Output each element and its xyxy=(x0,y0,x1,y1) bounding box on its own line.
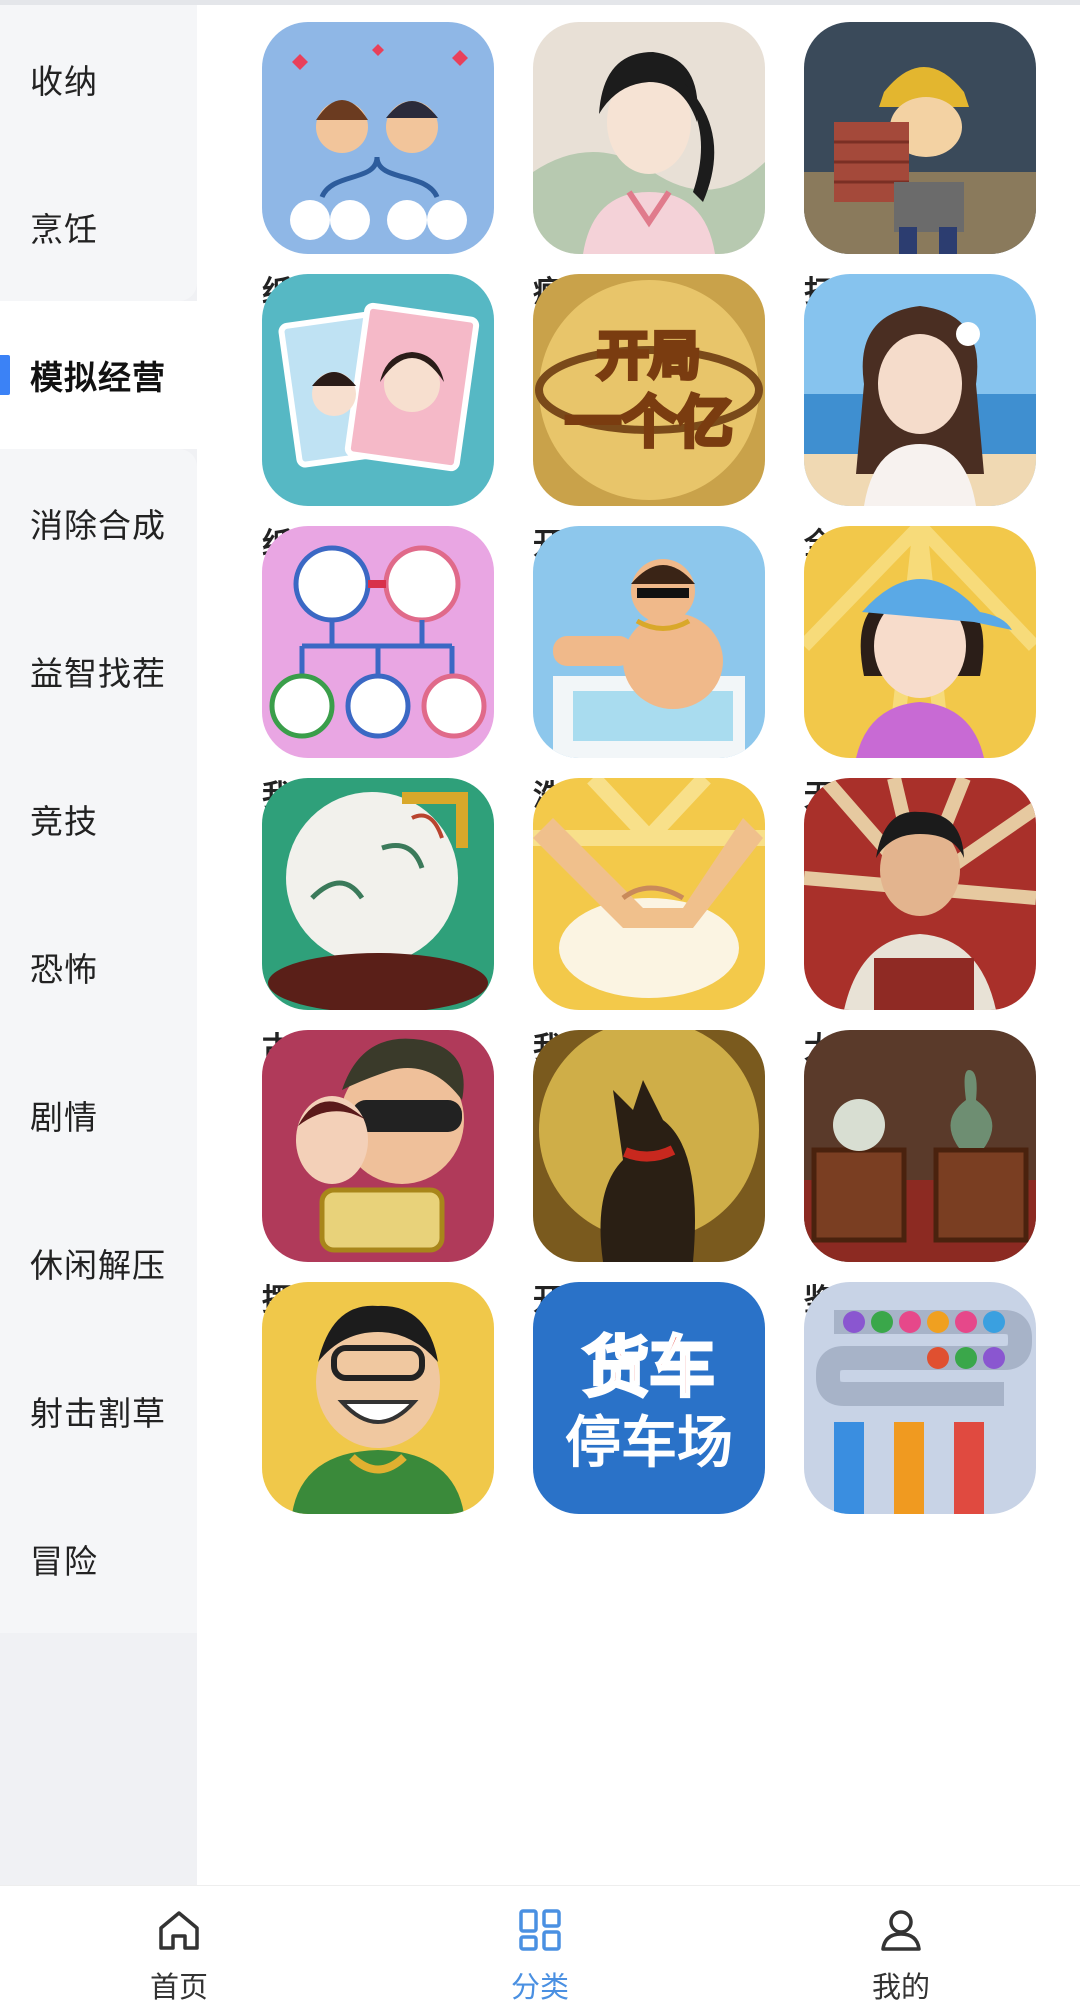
sidebar-item-story[interactable]: 剧情 xyxy=(0,1041,197,1189)
family-tree-icon xyxy=(262,526,494,758)
active-indicator xyxy=(0,355,10,395)
construction-worker-icon xyxy=(804,22,1036,254)
sidebar-item-label: 益智找茬 xyxy=(30,654,166,693)
game-card[interactable] xyxy=(804,1265,1036,1565)
ball-sort-icon xyxy=(804,1282,1036,1514)
icon-text-line1: 货车 xyxy=(583,1329,715,1406)
game-card[interactable]: 货车 停车场 xyxy=(533,1265,765,1565)
profile-icon xyxy=(881,1910,921,1951)
bathing-man-icon xyxy=(533,526,765,758)
truck-parking-icon: 货车 停车场 xyxy=(533,1282,765,1514)
sidebar-item-label: 射击割草 xyxy=(30,1394,166,1433)
sidebar-item-match-merge[interactable]: 消除合成 xyxy=(0,449,197,597)
reading-man-icon xyxy=(804,778,1036,1010)
game-grid: 纸牌人生-免... 疯狂模拟器/... 打工生活模... 纸牌人生-免... 开… xyxy=(197,5,1080,1885)
sidebar-item-label: 烹饪 xyxy=(30,210,98,249)
dough-hands-icon xyxy=(533,778,765,1010)
nav-category[interactable]: 分类 xyxy=(440,1886,640,2007)
nav-home-label: 首页 xyxy=(149,1970,208,2004)
sidebar-item-simulation[interactable]: 模拟经营 xyxy=(0,301,197,449)
sidebar-item-label: 消除合成 xyxy=(30,506,166,545)
icon-text-line2: 停车场 xyxy=(565,1411,733,1476)
sidebar-item-label: 收纳 xyxy=(30,62,98,101)
nav-home[interactable]: 首页 xyxy=(79,1886,279,2007)
sidebar-item-competitive[interactable]: 竞技 xyxy=(0,745,197,893)
svg-text:开局: 开局 xyxy=(597,327,701,387)
sidebar-item-shooter[interactable]: 射击割草 xyxy=(0,1337,197,1485)
sidebar-item-puzzle[interactable]: 益智找茬 xyxy=(0,597,197,745)
category-grid-icon xyxy=(519,1909,561,1951)
sidebar-item-adventure[interactable]: 冒险 xyxy=(0,1485,197,1633)
bottom-nav: 首页 分类 我的 xyxy=(0,1885,1080,2006)
category-sidebar: 收纳 烹饪 模拟经营 消除合成 益智找茬 竞技 恐怖 剧情 休闲解压 射击割草 … xyxy=(0,5,197,1885)
couple-family-tree-icon xyxy=(262,22,494,254)
gold-text-logo-icon: 开局 一个亿 xyxy=(533,274,765,506)
cap-girl-icon xyxy=(804,526,1036,758)
sidebar-item-label: 冒险 xyxy=(30,1542,98,1581)
nav-category-label: 分类 xyxy=(510,1970,569,2004)
sidebar-item-casual[interactable]: 休闲解压 xyxy=(0,1189,197,1337)
dog-silhouette-icon xyxy=(533,1030,765,1262)
sidebar-item-label: 恐怖 xyxy=(30,950,98,989)
treasure-chests-icon xyxy=(804,1030,1036,1262)
nav-profile-label: 我的 xyxy=(871,1970,930,2004)
sidebar-item-horror[interactable]: 恐怖 xyxy=(0,893,197,1041)
sidebar-item-storage[interactable]: 收纳 xyxy=(0,5,197,153)
sidebar-item-label: 休闲解压 xyxy=(30,1246,166,1285)
sidebar-item-label: 竞技 xyxy=(30,802,98,841)
home-icon xyxy=(159,1911,199,1950)
sidebar-item-label: 模拟经营 xyxy=(30,358,166,397)
grinning-rich-man-icon xyxy=(262,1282,494,1514)
porcelain-vase-icon xyxy=(262,778,494,1010)
sidebar-item-cooking[interactable]: 烹饪 xyxy=(0,153,197,301)
nav-profile[interactable]: 我的 xyxy=(801,1886,1001,2007)
rich-man-glasses-icon xyxy=(262,1030,494,1262)
svg-text:一个亿: 一个亿 xyxy=(565,391,733,456)
photo-cards-icon xyxy=(262,274,494,506)
sidebar-item-label: 剧情 xyxy=(30,1098,98,1137)
game-card[interactable] xyxy=(262,1265,494,1565)
swordsman-portrait-icon xyxy=(533,22,765,254)
beach-girl-icon xyxy=(804,274,1036,506)
